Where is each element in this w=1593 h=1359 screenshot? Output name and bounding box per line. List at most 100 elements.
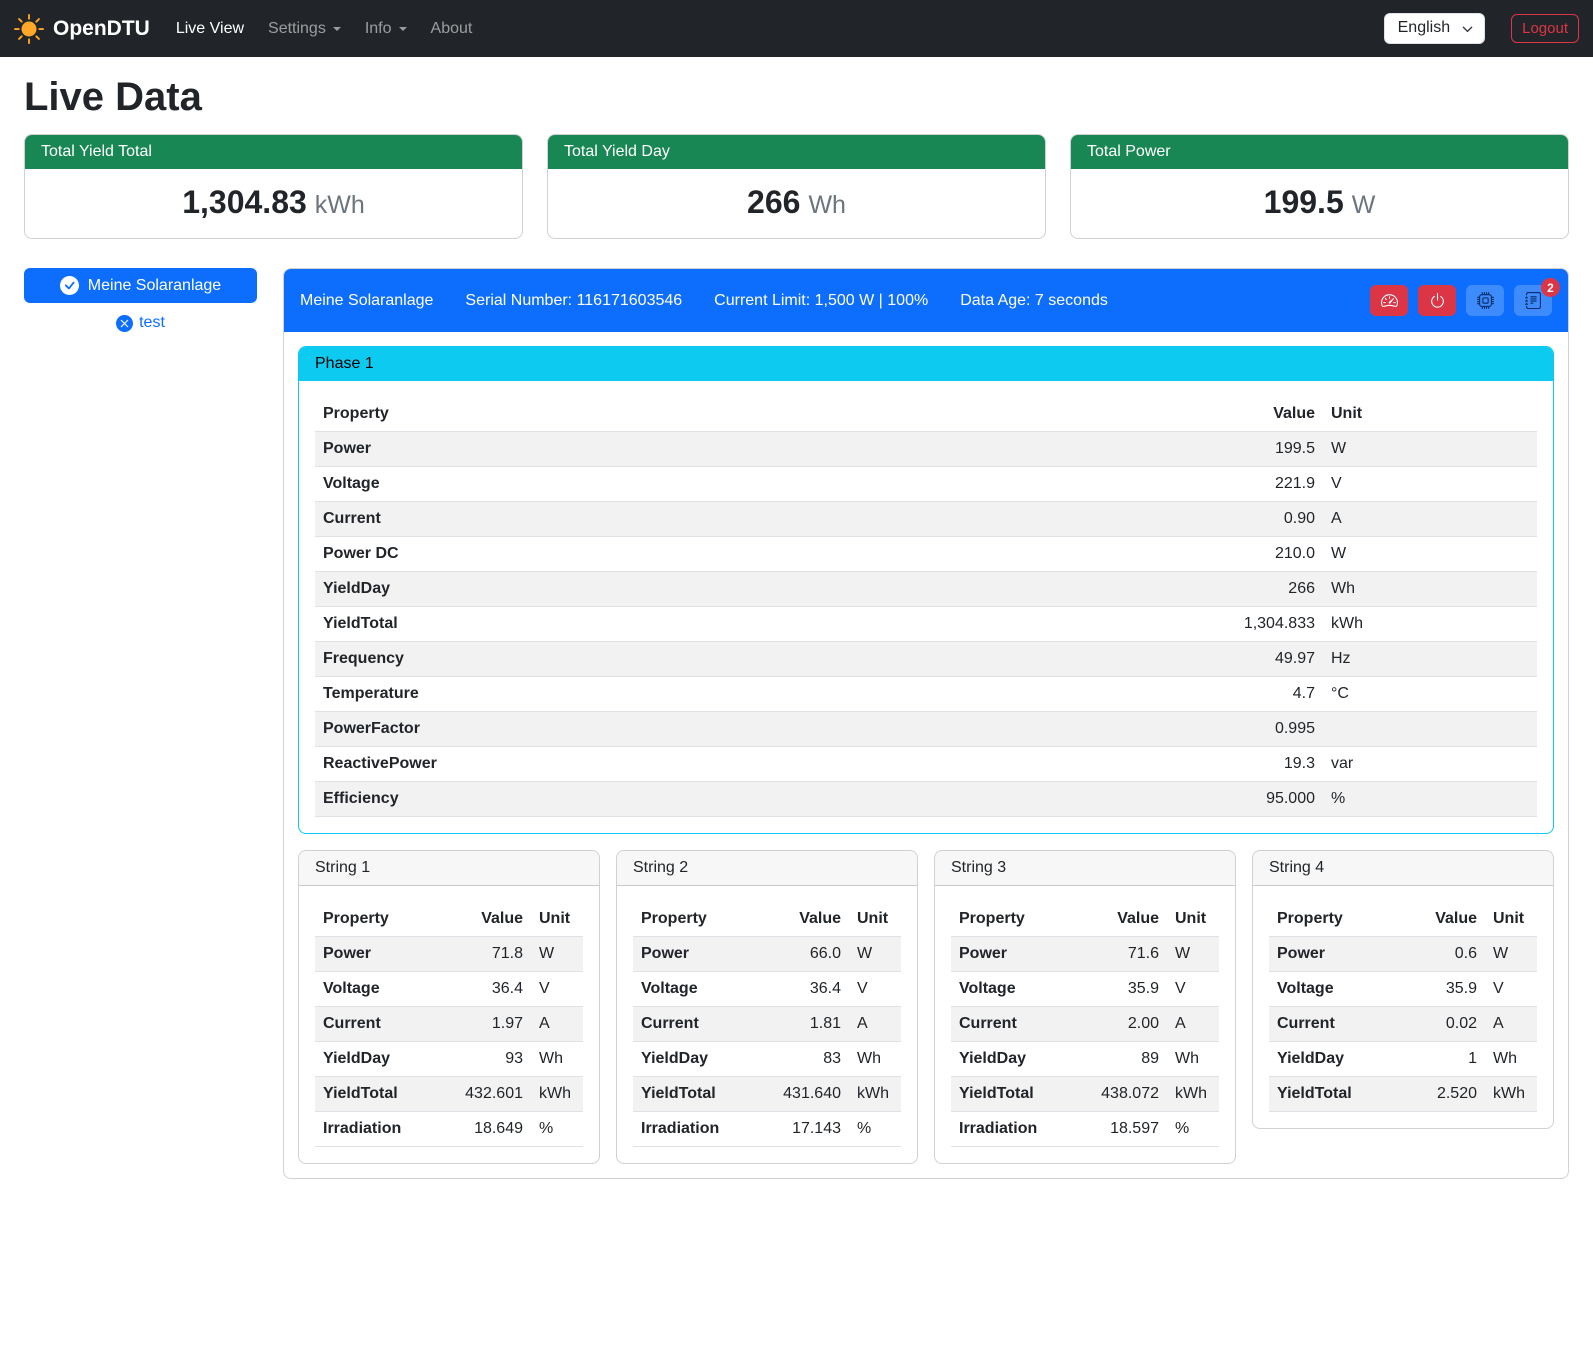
card-value: 266: [747, 184, 800, 220]
card-title: Total Power: [1071, 135, 1568, 169]
table-row: Current 1.97 A: [315, 1007, 583, 1042]
property-cell: PowerFactor: [315, 712, 1203, 747]
property-cell: Voltage: [633, 972, 765, 1007]
value-cell: 66.0: [765, 937, 849, 972]
inverter-data-age: Data Age: 7 seconds: [960, 292, 1108, 310]
header-unit: Unit: [849, 902, 901, 937]
table-header-row: Property Value Unit: [951, 902, 1219, 937]
property-cell: ReactivePower: [315, 747, 1203, 782]
card-unit: Wh: [808, 191, 846, 219]
unit-cell: W: [531, 937, 583, 972]
property-cell: YieldDay: [951, 1042, 1083, 1077]
event-log-button[interactable]: 2: [1514, 285, 1552, 316]
unit-cell: W: [849, 937, 901, 972]
logout-button[interactable]: Logout: [1511, 14, 1579, 43]
table-row: Power 0.6 W: [1269, 937, 1537, 972]
unit-cell: %: [849, 1112, 901, 1147]
language-select[interactable]: English: [1384, 13, 1485, 44]
property-cell: YieldDay: [315, 1042, 447, 1077]
string-card-title: String 2: [617, 851, 917, 886]
table-row: Power 199.5 W: [315, 432, 1537, 467]
unit-cell: A: [1323, 502, 1537, 537]
table-row: YieldDay 83 Wh: [633, 1042, 901, 1077]
property-cell: Voltage: [315, 972, 447, 1007]
table-row: YieldDay 1 Wh: [1269, 1042, 1537, 1077]
device-info-button[interactable]: [1466, 285, 1504, 316]
property-cell: Current: [315, 1007, 447, 1042]
value-cell: 1.81: [765, 1007, 849, 1042]
brand-text: OpenDTU: [53, 17, 150, 41]
string-card-title: String 1: [299, 851, 599, 886]
value-cell: 19.3: [1203, 747, 1323, 782]
unit-cell: Wh: [1323, 572, 1537, 607]
header-value: Value: [765, 902, 849, 937]
value-cell: 17.143: [765, 1112, 849, 1147]
unit-cell: V: [1323, 467, 1537, 502]
nav-about-label: About: [431, 20, 473, 38]
property-cell: YieldTotal: [1269, 1077, 1401, 1112]
inverter-panel-header: Meine Solaranlage Serial Number: 1161716…: [284, 269, 1568, 332]
inverter-select-test[interactable]: test: [24, 314, 257, 332]
nav-settings[interactable]: Settings: [256, 12, 353, 46]
cpu-icon: [1477, 292, 1494, 309]
header-value: Value: [1401, 902, 1485, 937]
check-circle-icon: [60, 276, 79, 295]
table-row: Temperature 4.7 °C: [315, 677, 1537, 712]
brand-link[interactable]: OpenDTU: [14, 14, 150, 44]
table-row: YieldTotal 2.520 kWh: [1269, 1077, 1537, 1112]
table-row: Current 2.00 A: [951, 1007, 1219, 1042]
nav-about[interactable]: About: [419, 12, 485, 46]
property-cell: YieldTotal: [315, 607, 1203, 642]
unit-cell: %: [531, 1112, 583, 1147]
unit-cell: W: [1167, 937, 1219, 972]
table-row: YieldDay 266 Wh: [315, 572, 1537, 607]
property-cell: YieldTotal: [315, 1077, 447, 1112]
table-row: Current 1.81 A: [633, 1007, 901, 1042]
string-card-2: String 2 Property Value Unit: [616, 850, 918, 1164]
value-cell: 49.97: [1203, 642, 1323, 677]
card-value: 199.5: [1264, 184, 1344, 220]
table-row: Voltage 35.9 V: [951, 972, 1219, 1007]
table-row: YieldDay 89 Wh: [951, 1042, 1219, 1077]
unit-cell: A: [849, 1007, 901, 1042]
value-cell: 89: [1083, 1042, 1167, 1077]
header-property: Property: [315, 397, 1203, 432]
table-row: YieldTotal 431.640 kWh: [633, 1077, 901, 1112]
nav-info[interactable]: Info: [353, 12, 419, 46]
strings-row: String 1 Property Value Unit: [298, 850, 1554, 1164]
table-row: YieldTotal 438.072 kWh: [951, 1077, 1219, 1112]
inverter-select-active[interactable]: Meine Solaranlage: [24, 268, 257, 303]
value-cell: 0.6: [1401, 937, 1485, 972]
property-cell: Frequency: [315, 642, 1203, 677]
caret-down-icon: [333, 27, 341, 31]
unit-cell: °C: [1323, 677, 1537, 712]
header-property: Property: [315, 902, 447, 937]
inverter-select-active-label: Meine Solaranlage: [88, 277, 221, 295]
nav-live-view[interactable]: Live View: [164, 12, 256, 46]
string-table: Property Value Unit Power: [951, 902, 1219, 1147]
value-cell: 83: [765, 1042, 849, 1077]
value-cell: 71.8: [447, 937, 531, 972]
property-cell: Current: [633, 1007, 765, 1042]
property-cell: Voltage: [1269, 972, 1401, 1007]
property-cell: Power: [633, 937, 765, 972]
value-cell: 0.02: [1401, 1007, 1485, 1042]
unit-cell: W: [1323, 432, 1537, 467]
unit-cell: V: [1167, 972, 1219, 1007]
table-row: Voltage 35.9 V: [1269, 972, 1537, 1007]
unit-cell: Hz: [1323, 642, 1537, 677]
string-table: Property Value Unit Power: [633, 902, 901, 1147]
power-toggle-button[interactable]: [1418, 285, 1456, 316]
card-value: 1,304.83: [182, 184, 307, 220]
property-cell: Power DC: [315, 537, 1203, 572]
inverter-action-buttons: 2: [1370, 285, 1552, 316]
property-cell: Power: [1269, 937, 1401, 972]
limit-settings-button[interactable]: [1370, 285, 1408, 316]
inverter-name: Meine Solaranlage: [300, 292, 433, 310]
value-cell: 431.640: [765, 1077, 849, 1112]
table-header-row: Property Value Unit: [315, 397, 1537, 432]
property-cell: Efficiency: [315, 782, 1203, 817]
unit-cell: kWh: [1323, 607, 1537, 642]
value-cell: 95.000: [1203, 782, 1323, 817]
card-unit: kWh: [315, 191, 365, 219]
